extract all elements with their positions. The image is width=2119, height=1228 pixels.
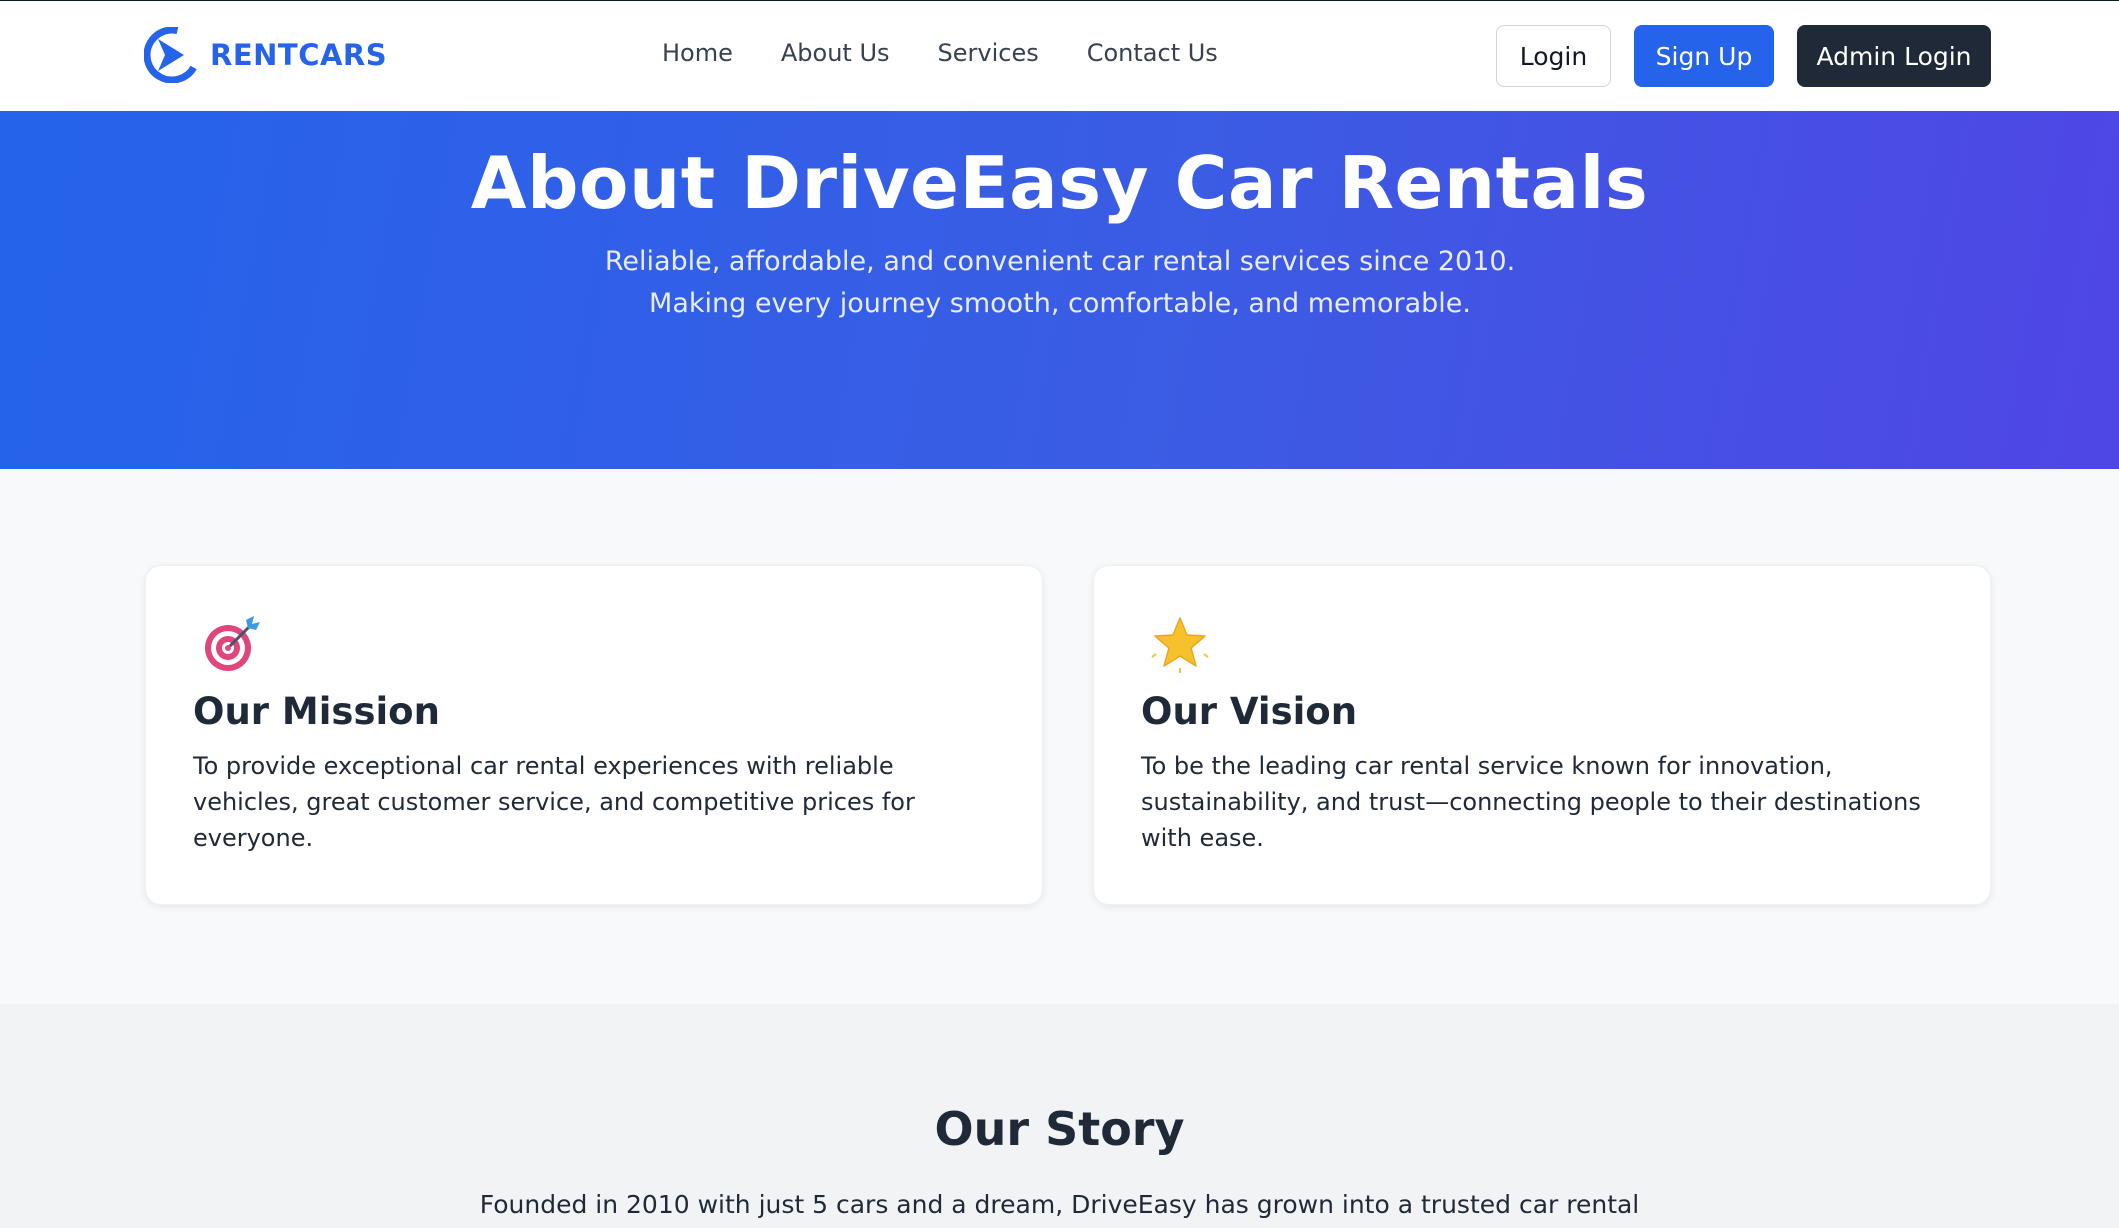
mission-title: Our Mission: [193, 690, 440, 733]
site-header: RENTCARS Home About Us Services Contact …: [0, 1, 2119, 111]
login-button[interactable]: Login: [1496, 25, 1611, 87]
rentcars-logo-icon: [144, 27, 200, 83]
signup-button[interactable]: Sign Up: [1634, 25, 1774, 87]
story-title: Our Story: [934, 1102, 1185, 1156]
nav-services[interactable]: Services: [938, 39, 1039, 67]
story-section: Our Story Founded in 2010 with just 5 ca…: [0, 1004, 2119, 1228]
nav-contact-us[interactable]: Contact Us: [1087, 39, 1218, 67]
vision-text: To be the leading car rental service kno…: [1141, 752, 1921, 852]
vision-card: Our Vision To be the leading car rental …: [1093, 565, 1991, 905]
mission-vision-section: Our Mission To provide exceptional car r…: [0, 469, 2119, 1004]
vision-title: Our Vision: [1141, 690, 1358, 733]
brand-logo[interactable]: RENTCARS: [144, 25, 387, 85]
hero-subtitle: Reliable, affordable, and convenient car…: [604, 246, 1516, 319]
mission-text: To provide exceptional car rental experi…: [193, 752, 915, 852]
nav-about-us[interactable]: About Us: [781, 39, 890, 67]
nav-home[interactable]: Home: [662, 39, 733, 67]
mission-card: Our Mission To provide exceptional car r…: [145, 565, 1043, 905]
target-icon: [205, 616, 260, 671]
admin-login-button[interactable]: Admin Login: [1797, 25, 1991, 87]
hero-section: About DriveEasy Car Rentals Reliable, af…: [0, 111, 2119, 469]
star-icon: [1151, 617, 1209, 673]
brand-name: RENTCARS: [210, 38, 388, 72]
story-text: Founded in 2010 with just 5 cars and a d…: [479, 1190, 1640, 1219]
main-nav: Home About Us Services Contact Us: [662, 39, 1266, 67]
hero-title: About DriveEasy Car Rentals: [470, 141, 1649, 225]
